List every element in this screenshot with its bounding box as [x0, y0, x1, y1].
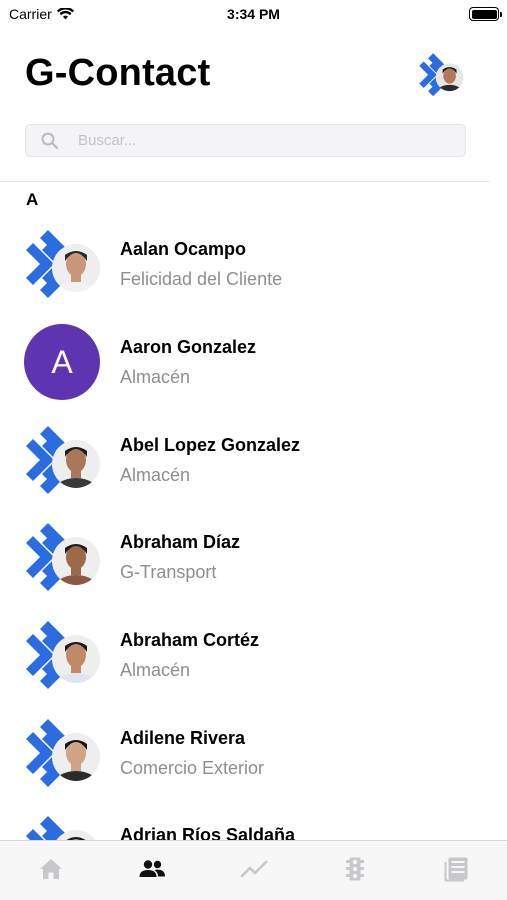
contact-avatar — [24, 617, 100, 693]
contact-row[interactable]: A Aaron Gonzalez Almacén — [0, 324, 507, 422]
company-logo-icon — [26, 719, 100, 787]
tab-home[interactable] — [0, 841, 101, 900]
news-icon — [444, 857, 468, 881]
tab-contacts[interactable] — [101, 841, 202, 900]
contact-name: Abel Lopez Gonzalez — [120, 435, 301, 455]
contact-avatar — [24, 519, 100, 595]
tab-trending[interactable] — [203, 841, 304, 900]
page-title: G-Contact — [25, 52, 211, 94]
company-logo-icon — [26, 621, 100, 689]
contact-row[interactable]: Aalan Ocampo Felicidad del Cliente — [0, 226, 507, 324]
contact-name: Abraham Cortéz — [120, 630, 260, 650]
contact-list[interactable]: Aalan Ocampo Felicidad del Cliente A Aar… — [0, 226, 507, 840]
contact-avatar — [24, 715, 100, 791]
contact-avatar: A — [24, 324, 100, 400]
battery-icon — [469, 7, 502, 21]
company-logo-icon — [26, 523, 100, 591]
tab-traffic[interactable] — [304, 841, 405, 900]
contact-department: Almacén — [120, 367, 191, 387]
header-divider — [0, 181, 490, 182]
search-icon — [41, 132, 59, 149]
company-logo-icon — [419, 53, 464, 97]
company-logo-icon — [26, 816, 100, 840]
contact-avatar — [24, 226, 100, 302]
trending-icon — [240, 860, 267, 877]
contact-name: Aalan Ocampo — [120, 239, 247, 259]
contact-department: Almacén — [120, 465, 191, 485]
contact-name: Aaron Gonzalez — [120, 337, 257, 357]
contact-department: Comercio Exterior — [120, 758, 265, 778]
contact-row[interactable]: Abel Lopez Gonzalez Almacén — [0, 422, 507, 520]
profile-avatar-button[interactable] — [418, 52, 466, 100]
home-icon — [39, 858, 62, 879]
search-input[interactable] — [78, 132, 438, 149]
status-bar: Carrier 3:34 PM — [0, 0, 507, 28]
contact-name: Abraham Díaz — [120, 532, 241, 552]
contact-row[interactable]: Adrian Ríos Saldaña — [0, 812, 507, 840]
status-time: 3:34 PM — [227, 6, 280, 22]
traffic-light-icon — [345, 857, 364, 880]
contact-name: Adrian Ríos Saldaña — [120, 825, 296, 840]
tab-bar — [0, 840, 507, 900]
contact-name: Adilene Rivera — [120, 728, 246, 748]
contact-row[interactable]: Abraham Cortéz Almacén — [0, 617, 507, 715]
contact-row[interactable]: Abraham Díaz G-Transport — [0, 519, 507, 617]
initial-avatar: A — [24, 324, 100, 400]
contact-department: Felicidad del Cliente — [120, 269, 283, 289]
search-bar[interactable] — [25, 124, 466, 157]
contact-row[interactable]: Adilene Rivera Comercio Exterior — [0, 715, 507, 813]
contact-avatar — [24, 422, 100, 498]
contacts-icon — [139, 859, 166, 877]
company-logo-icon — [26, 230, 100, 298]
contact-avatar — [24, 812, 100, 840]
tab-news[interactable] — [406, 841, 507, 900]
contact-department: G-Transport — [120, 562, 217, 582]
company-logo-icon — [26, 426, 100, 494]
contact-department: Almacén — [120, 660, 191, 680]
section-header-a: A — [26, 190, 39, 209]
